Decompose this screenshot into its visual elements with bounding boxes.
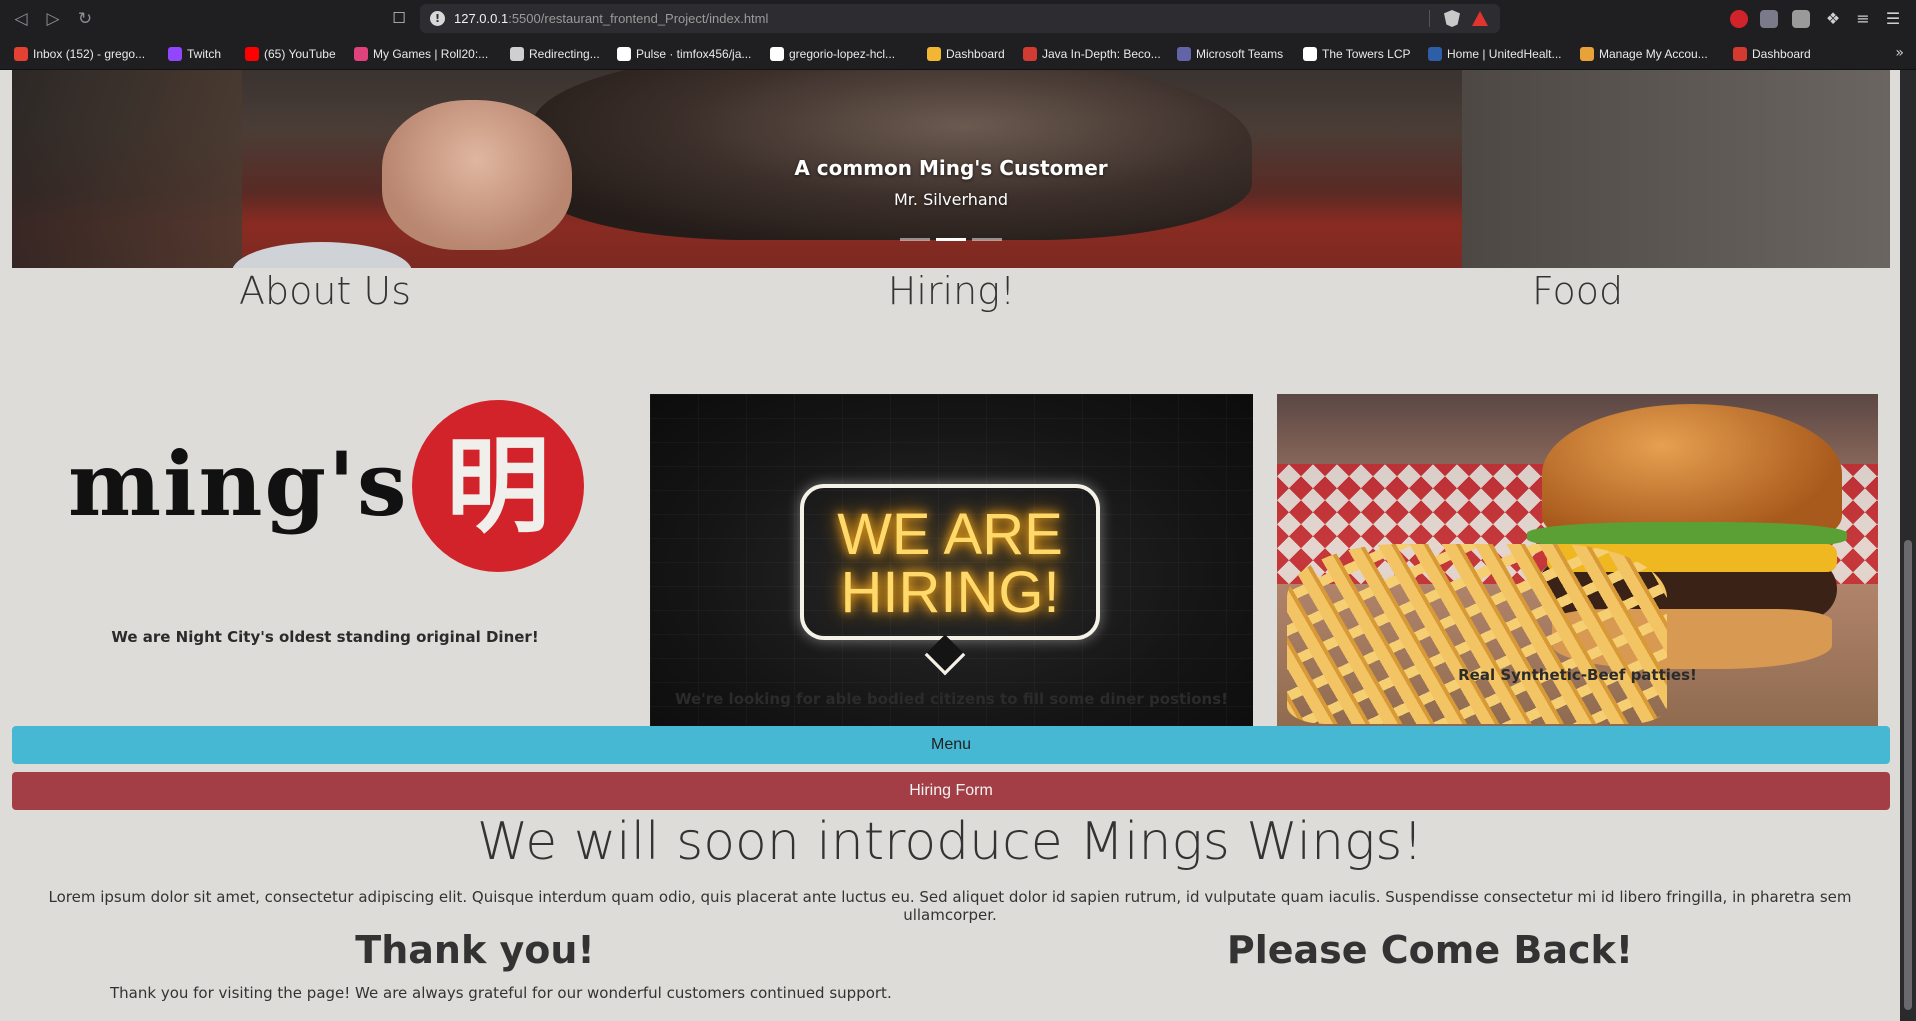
bookmark-item[interactable]: Inbox (152) - grego...: [14, 37, 145, 70]
bookmark-favicon-icon: [770, 46, 784, 61]
about-heading: About Us: [238, 269, 412, 313]
hiring-heading: Hiring!: [887, 269, 1016, 313]
page-content: A common Ming's Customer Mr. Silverhand …: [0, 70, 1900, 1021]
bookmark-item[interactable]: Dashboard: [1733, 37, 1811, 70]
bookmark-favicon-icon: [1428, 46, 1442, 61]
bookmark-label: Inbox (152) - grego...: [33, 46, 146, 61]
bookmark-label: (65) YouTube: [264, 46, 336, 61]
come-back-heading: Please Come Back!: [1226, 928, 1634, 972]
bookmark-favicon-icon: [510, 46, 524, 61]
bookmark-item[interactable]: Dashboard: [927, 37, 1005, 70]
page-scrollbar[interactable]: [1900, 70, 1916, 1021]
bookmark-item[interactable]: Microsoft Teams: [1177, 37, 1283, 70]
hiring-column: Hiring!: [650, 268, 1253, 314]
carousel-caption-subtitle: Mr. Silverhand: [894, 190, 1008, 209]
menu-icon[interactable]: ☰: [1884, 10, 1902, 28]
food-column: Food: [1277, 268, 1878, 314]
extensions-puzzle-icon[interactable]: ❖: [1824, 10, 1842, 28]
bookmark-label: Pulse · timfox456/ja...: [636, 46, 752, 61]
bookmark-item[interactable]: (65) YouTube: [245, 37, 336, 70]
bookmark-item[interactable]: Manage My Accou...: [1580, 37, 1708, 70]
bookmark-item[interactable]: Pulse · timfox456/ja...: [617, 37, 751, 70]
reload-icon[interactable]: ↻: [72, 6, 98, 32]
mings-logo: ming's 明: [62, 392, 592, 582]
back-icon[interactable]: ◁: [8, 6, 34, 32]
menu-button[interactable]: Menu: [12, 726, 1890, 764]
bookmark-label: Dashboard: [946, 46, 1005, 61]
bookmark-label: gregorio-lopez-hcl...: [789, 46, 896, 61]
carousel-coaster: [232, 242, 412, 268]
reading-list-icon[interactable]: ≡: [1854, 10, 1872, 28]
food-heading: Food: [1531, 269, 1624, 313]
extension-k-icon[interactable]: [1792, 10, 1810, 28]
bookmark-label: Redirecting...: [529, 46, 600, 61]
about-caption: We are Night City's oldest standing orig…: [111, 628, 539, 646]
bookmark-favicon-icon: [1733, 46, 1747, 61]
bookmark-label: Microsoft Teams: [1196, 46, 1284, 61]
url-text: 127.0.0.1:5500/restaurant_frontend_Proje…: [454, 11, 769, 26]
bookmark-favicon-icon: [1580, 46, 1594, 61]
bookmark-item[interactable]: The Towers LCP: [1303, 37, 1410, 70]
bookmark-label: Twitch: [187, 46, 222, 61]
carousel-indicator-3[interactable]: [972, 238, 1002, 241]
scrollbar-thumb[interactable]: [1904, 540, 1912, 1010]
bookmark-item[interactable]: Java In-Depth: Beco...: [1023, 37, 1161, 70]
about-column: About Us: [12, 268, 638, 314]
thanks-heading: Thank you!: [355, 928, 595, 972]
more-bookmarks-icon[interactable]: »: [1895, 37, 1904, 70]
bookmark-item[interactable]: gregorio-lopez-hcl...: [770, 37, 895, 70]
site-info-icon[interactable]: !: [430, 11, 445, 26]
neon-text-line-2: HIRING!: [840, 560, 1060, 625]
bookmark-item[interactable]: Home | UnitedHealt...: [1428, 37, 1562, 70]
carousel-indicator-1[interactable]: [900, 238, 930, 241]
carousel-caption-title: A common Ming's Customer: [794, 156, 1108, 180]
logo-wordmark: ming's: [68, 432, 409, 536]
bookmark-favicon-icon: [245, 46, 259, 61]
thanks-text: Thank you for visiting the page! We are …: [110, 984, 892, 1002]
french-fries: [1287, 544, 1667, 724]
testimonial-carousel[interactable]: A common Ming's Customer Mr. Silverhand: [12, 70, 1890, 268]
hiring-form-button[interactable]: Hiring Form: [12, 772, 1890, 810]
brave-rewards-icon[interactable]: [1472, 11, 1488, 26]
address-bar[interactable]: ! 127.0.0.1:5500/restaurant_frontend_Pro…: [420, 4, 1500, 33]
bookmark-favicon-icon: [1303, 46, 1317, 61]
bookmark-favicon-icon: [617, 46, 631, 61]
bookmark-item[interactable]: Twitch: [168, 37, 221, 70]
bookmark-label: Home | UnitedHealt...: [1447, 46, 1562, 61]
bookmark-label: My Games | Roll20:...: [373, 46, 489, 61]
bookmark-favicon-icon: [168, 46, 182, 61]
carousel-indicator-2[interactable]: [936, 238, 966, 241]
bookmark-label: Dashboard: [1752, 46, 1811, 61]
logo-seal-icon: 明: [412, 400, 584, 572]
bookmark-label: The Towers LCP: [1322, 46, 1411, 61]
carousel-indicators: [900, 238, 1002, 241]
neon-text-line-1: WE ARE: [837, 502, 1063, 567]
hiring-caption: We're looking for able bodied citizens t…: [674, 690, 1229, 708]
divider: [1429, 10, 1430, 27]
extension-mask-icon[interactable]: [1760, 10, 1778, 28]
bookmark-favicon-icon: [354, 46, 368, 61]
bookmark-item[interactable]: Redirecting...: [510, 37, 600, 70]
address-bar-group: ☐ ! 127.0.0.1:5500/restaurant_frontend_P…: [386, 4, 1500, 33]
bookmark-favicon-icon: [927, 46, 941, 61]
forward-icon[interactable]: ▷: [40, 6, 66, 32]
bookmark-icon[interactable]: ☐: [386, 4, 412, 33]
bookmark-label: Java In-Depth: Beco...: [1042, 46, 1161, 61]
food-caption: Real Synthetic-Beef patties!: [1458, 666, 1697, 684]
bookmark-favicon-icon: [14, 46, 28, 61]
bookmark-label: Manage My Accou...: [1599, 46, 1708, 61]
bookmarks-bar: » Inbox (152) - grego... Twitch (65) YouTu…: [0, 37, 1916, 70]
carousel-leather-jacket: [532, 70, 1252, 240]
extension-adblock-icon[interactable]: [1730, 10, 1748, 28]
promo-text: Lorem ipsum dolor sit amet, consectetur …: [48, 888, 1852, 924]
bookmark-favicon-icon: [1177, 46, 1191, 61]
browser-toolbar: ◁ ▷ ↻ ☐ ! 127.0.0.1:5500/restaurant_fron…: [0, 0, 1916, 37]
brave-shields-icon[interactable]: [1444, 10, 1460, 27]
bookmark-item[interactable]: My Games | Roll20:...: [354, 37, 488, 70]
promo-heading: We will soon introduce Mings Wings!: [476, 812, 1424, 872]
bookmark-favicon-icon: [1023, 46, 1037, 61]
